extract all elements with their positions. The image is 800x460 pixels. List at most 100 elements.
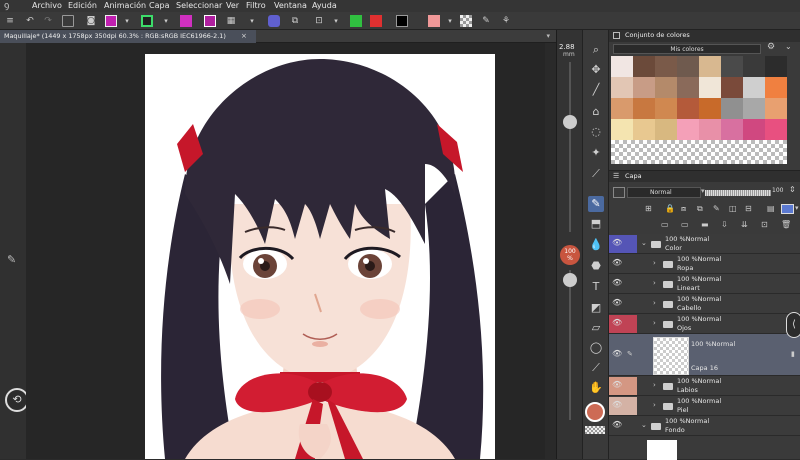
tab-menu-chevron-icon[interactable]: ▾	[546, 30, 550, 43]
color-swatch[interactable]	[721, 119, 743, 140]
hand-icon[interactable]: ✋	[588, 380, 604, 396]
delete-layer-icon[interactable]: 🗑	[781, 220, 791, 229]
color-set-menu-icon[interactable]: ⌄	[785, 42, 792, 51]
menu-filtro[interactable]: Filtro	[246, 0, 266, 12]
panel-collapse-icon[interactable]: ⟨	[786, 312, 800, 338]
opacity-slider-thumb[interactable]	[563, 273, 577, 287]
folder-expand-chevron-icon[interactable]: ⌄	[641, 421, 647, 429]
color-swatch[interactable]	[633, 77, 655, 98]
color-swatch[interactable]	[611, 98, 633, 119]
canvas-artwork[interactable]	[145, 54, 495, 459]
layer-row[interactable]: 👁 ⌄ 100 %Normal Color	[609, 234, 800, 254]
layer-opacity-spin-icon[interactable]: ⇕	[789, 185, 796, 194]
visibility-eye-icon[interactable]: 👁	[612, 380, 622, 389]
color-swatch[interactable]	[611, 77, 633, 98]
layer-row[interactable]: 👁 › 100 %Normal Ojos	[609, 314, 800, 334]
lock-icon[interactable]: 🔒	[665, 204, 675, 213]
reference-icon[interactable]: ⧉	[697, 204, 703, 214]
visibility-eye-icon[interactable]: 👁	[612, 238, 622, 247]
folder-expand-chevron-icon[interactable]: ›	[653, 319, 656, 327]
color-swatch[interactable]	[721, 98, 743, 119]
operation-icon[interactable]: ⌂	[588, 104, 604, 120]
transparent-swatch-row[interactable]	[611, 140, 787, 164]
eraser-icon[interactable]: ⬒	[588, 216, 604, 232]
layer-row[interactable]: 👁 › 100 %Normal Labios	[609, 376, 800, 396]
color-swatch[interactable]	[699, 77, 721, 98]
zoom-icon[interactable]: ⌕	[588, 42, 604, 58]
color-swatch[interactable]	[765, 77, 787, 98]
menu-archivo[interactable]: Archivo	[32, 0, 62, 12]
layer-opacity-slider[interactable]	[705, 190, 771, 196]
magic-wand-icon[interactable]: ✦	[588, 145, 604, 161]
color-swatch[interactable]	[743, 119, 765, 140]
gradient-icon[interactable]: ◩	[588, 300, 604, 316]
visibility-eye-icon[interactable]: 👁	[612, 298, 622, 307]
transparent-color-icon[interactable]	[460, 15, 472, 27]
layer-lock-icon[interactable]: ▮	[791, 350, 795, 358]
color-swatch[interactable]	[765, 56, 787, 77]
layer-row[interactable]: 👁 › 100 %Normal Cabello	[609, 294, 800, 314]
ruler-icon[interactable]: ⟋	[588, 360, 604, 376]
layer-row[interactable]: 👁 ✎ 100 %Normal Capa 16 ▮	[609, 334, 800, 376]
dropdown-chevron-icon-3[interactable]: ▾	[246, 15, 258, 27]
visibility-eye-icon[interactable]: 👁	[612, 318, 622, 327]
menu-seleccionar[interactable]: Seleccionar	[176, 0, 222, 12]
folder-expand-chevron-icon[interactable]: ›	[653, 259, 656, 267]
mask-icon[interactable]: ◫	[729, 204, 737, 213]
visibility-eye-icon[interactable]: 👁	[612, 278, 622, 287]
color-swatch[interactable]	[699, 98, 721, 119]
new-vector-layer-icon[interactable]: ▭	[681, 220, 689, 229]
clip-icon[interactable]: ⊞	[645, 204, 652, 213]
color-set-dropdown[interactable]: Mis colores	[613, 44, 761, 54]
layer-color-chevron-icon[interactable]: ▾	[795, 204, 799, 212]
text-tool-icon[interactable]: T	[588, 279, 604, 295]
color-swatch[interactable]	[677, 98, 699, 119]
folder-expand-chevron-icon[interactable]: ›	[653, 299, 656, 307]
color-swatch[interactable]	[743, 56, 765, 77]
transform-icon[interactable]: ⊡	[313, 15, 325, 27]
menu-edicion[interactable]: Edición	[68, 0, 97, 12]
selection-pink-icon[interactable]	[105, 15, 117, 27]
eyedropper-tool-icon[interactable]: ⟋	[588, 166, 604, 182]
brush-size-slider-thumb[interactable]	[563, 114, 577, 129]
color-swatch[interactable]	[611, 56, 633, 77]
blend-mode-dropdown[interactable]: Normal	[627, 187, 701, 198]
color-swatch[interactable]	[655, 56, 677, 77]
color-swatch[interactable]	[743, 77, 765, 98]
menu-capa[interactable]: Capa	[149, 0, 169, 12]
folder-expand-chevron-icon[interactable]: ›	[653, 381, 656, 389]
transparent-swatch[interactable]	[585, 426, 605, 434]
menu-ventana[interactable]: Ventana	[274, 0, 307, 12]
pen-tool-icon[interactable]: ✎	[588, 196, 604, 212]
redo-icon[interactable]: ↷	[42, 15, 54, 27]
color-swatch[interactable]	[633, 98, 655, 119]
tool-green-icon[interactable]	[141, 15, 153, 27]
visibility-eye-icon[interactable]: 👁	[612, 400, 622, 409]
document-tab[interactable]: Maquillaje* (1449 x 1758px 350dpi 60.3% …	[0, 30, 256, 43]
magenta-select-icon[interactable]	[204, 15, 216, 27]
visibility-eye-icon[interactable]: 👁	[612, 349, 622, 358]
view-icon[interactable]: ◙	[85, 15, 97, 27]
toolbar-main-color-swatch[interactable]	[396, 15, 408, 27]
layer-row[interactable]: 👁 › 100 %Normal Lineart	[609, 274, 800, 294]
lasso-icon[interactable]: ◌	[588, 124, 604, 140]
draft-icon[interactable]: ✎	[713, 204, 720, 213]
close-tab-icon[interactable]: ×	[241, 30, 247, 43]
color-swatch[interactable]	[633, 56, 655, 77]
new-folder-icon[interactable]: ▬	[701, 220, 709, 229]
color-swatch[interactable]	[721, 56, 743, 77]
folder-expand-chevron-icon[interactable]: ›	[653, 401, 656, 409]
add-mask-icon[interactable]: ⊡	[761, 220, 768, 229]
main-color-swatch[interactable]	[585, 402, 605, 422]
blue-layer-icon[interactable]	[268, 15, 280, 27]
layer-row[interactable]: 👁 › 100 %Normal Piel	[609, 396, 800, 416]
ruler-link-icon[interactable]: ⊟	[745, 204, 752, 213]
color-swatch[interactable]	[677, 56, 699, 77]
color-set-settings-icon[interactable]: ⚙	[767, 42, 775, 52]
pen-pressure-icon[interactable]: ✎	[7, 253, 16, 266]
red-square-icon[interactable]	[370, 15, 382, 27]
opacity-slider-track[interactable]	[569, 270, 571, 420]
new-raster-layer-icon[interactable]: ▭	[661, 220, 669, 229]
transfer-down-icon[interactable]: ⇩	[721, 220, 728, 229]
menu-ayuda[interactable]: Ayuda	[312, 0, 337, 12]
